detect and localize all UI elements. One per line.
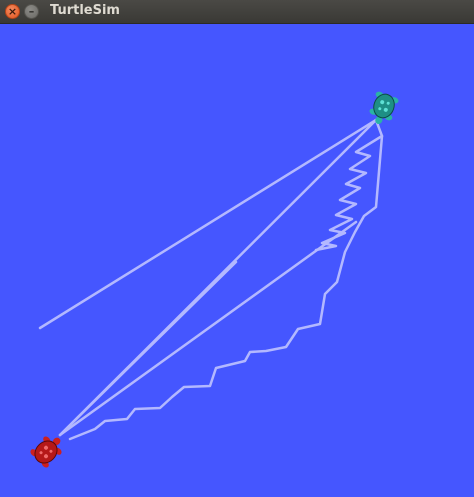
close-window-button[interactable]: × [5,4,20,19]
turtlesim-window: × – TurtleSim [0,0,474,497]
canvas-svg [0,24,474,497]
turtle-canvas[interactable] [0,24,474,497]
title-bar[interactable]: × – TurtleSim [0,0,474,24]
window-title: TurtleSim [50,3,120,18]
minimize-window-button[interactable]: – [24,4,39,19]
